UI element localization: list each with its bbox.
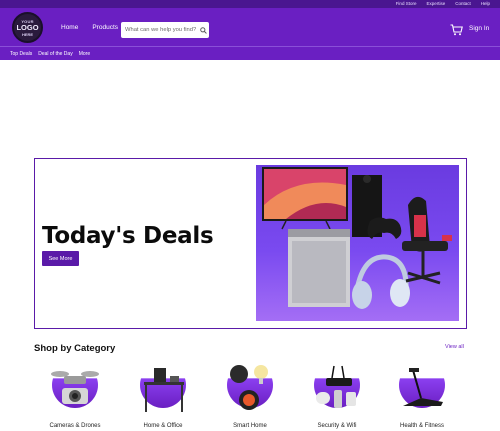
category-label: Health & Fitness [399, 423, 445, 429]
utility-bar: Find Store Expertise Contact Help [0, 0, 500, 8]
treadmill-icon [399, 362, 445, 408]
utility-link-help[interactable]: Help [481, 0, 490, 8]
utility-nav: Find Store Expertise Contact Help [396, 0, 490, 8]
category-label: Security & Wifi [317, 423, 357, 429]
category-label: Home & Office [143, 423, 183, 429]
subnav-more[interactable]: More [79, 51, 90, 57]
see-more-button[interactable]: See More [42, 251, 79, 266]
utility-link-find-store[interactable]: Find Store [396, 0, 417, 8]
category-security-wifi[interactable]: Security & Wifi [294, 359, 380, 431]
search-input[interactable] [125, 27, 200, 33]
subnav-deal-of-the-day[interactable]: Deal of the Day [38, 51, 72, 57]
hero-products-image [256, 165, 459, 321]
utility-link-contact[interactable]: Contact [455, 0, 471, 8]
cart-icon[interactable] [450, 23, 463, 36]
view-all-link[interactable]: View all [445, 344, 464, 350]
secondary-nav: Top Deals Deal of the Day More [0, 46, 500, 60]
logo[interactable]: YOUR LOGO HERE [12, 12, 43, 43]
hero-title: Today's Deals [42, 223, 214, 249]
desk-chair-icon [140, 362, 186, 412]
nav-home[interactable]: Home [61, 24, 78, 31]
main-nav: Home Products [61, 8, 118, 46]
main-header: YOUR LOGO HERE Home Products Sign In [0, 8, 500, 46]
category-smart-home[interactable]: Smart Home [207, 359, 293, 431]
sign-in-link[interactable]: Sign In [469, 20, 489, 38]
subnav-top-deals[interactable]: Top Deals [10, 51, 32, 57]
search-box [121, 22, 209, 38]
hero-banner: Today's Deals See More [34, 158, 467, 329]
category-cameras-drones[interactable]: Cameras & Drones [32, 359, 118, 431]
router-icon [314, 362, 360, 408]
category-home-office[interactable]: Home & Office [120, 359, 206, 431]
category-label: Cameras & Drones [49, 423, 101, 429]
shop-by-category-title: Shop by Category [34, 343, 116, 354]
category-health-fitness[interactable]: Health & Fitness [379, 359, 465, 431]
search-icon[interactable] [200, 26, 207, 34]
drone-camera-icon [51, 362, 99, 408]
utility-link-expertise[interactable]: Expertise [426, 0, 445, 8]
smart-speaker-icon [227, 362, 273, 410]
category-label: Smart Home [233, 423, 267, 429]
nav-products[interactable]: Products [92, 24, 118, 31]
